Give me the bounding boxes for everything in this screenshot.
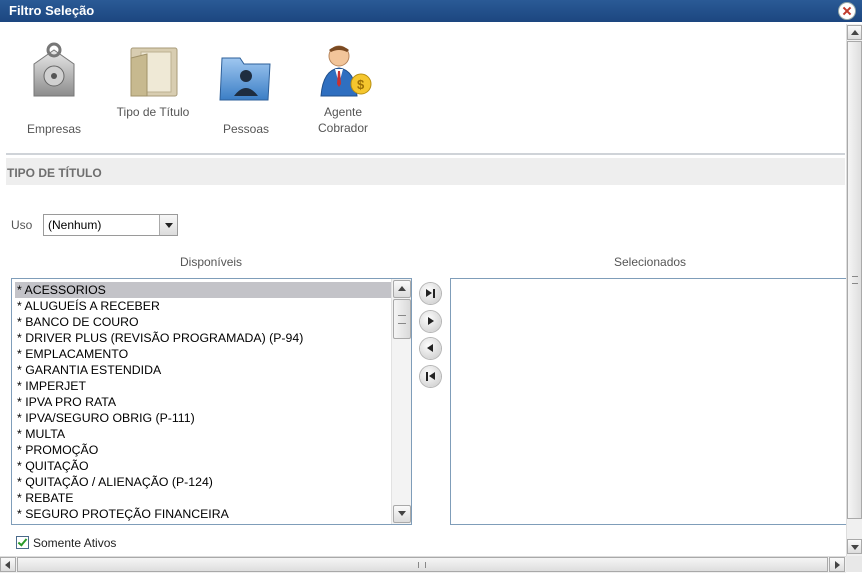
available-list[interactable]: * ACESSORIOS * ALUGUEÍS A RECEBER * BANC… — [11, 278, 412, 525]
list-item[interactable]: * QUITAÇÃO — [15, 458, 391, 474]
list-item[interactable]: * QUITAÇÃO / ALIENAÇÃO (P-124) — [15, 474, 391, 490]
chevron-down-icon[interactable] — [159, 215, 177, 235]
section-title: TIPO DE TÍTULO — [7, 166, 102, 180]
scroll-up-icon[interactable] — [393, 280, 411, 298]
list-item[interactable]: * PROMOÇÃO — [15, 442, 391, 458]
selected-heading: Selecionados — [614, 255, 687, 269]
toolbar-label-pessoas: Pessoas — [222, 122, 270, 136]
section-header: TIPO DE TÍTULO — [6, 158, 845, 185]
scrollbar-corner — [846, 556, 862, 572]
uso-select[interactable]: (Nenhum) — [43, 214, 178, 236]
scroll-up-icon[interactable] — [847, 25, 862, 40]
safe-lock-icon — [26, 42, 82, 108]
list-item[interactable]: * ACESSORIOS — [15, 282, 391, 298]
toolbar-label-agente-cobrador: Agente Cobrador — [317, 105, 369, 135]
window-titlebar: Filtro Seleção — [0, 0, 862, 22]
folder-document-icon — [125, 44, 181, 104]
list-item[interactable]: * IPVA/SEGURO OBRIG (P-111) — [15, 410, 391, 426]
move-left-button[interactable] — [420, 338, 441, 359]
agent-money-icon: $ — [313, 42, 373, 104]
only-active-checkbox[interactable] — [16, 536, 29, 549]
scroll-thumb[interactable] — [393, 299, 411, 339]
list-item[interactable]: * EMPLACAMENTO — [15, 346, 391, 362]
toolbar-separator — [6, 153, 845, 155]
uso-label: Uso — [11, 218, 33, 232]
list-item[interactable]: * MULTA — [15, 426, 391, 442]
scroll-down-icon[interactable] — [393, 505, 411, 523]
toolbar-label-empresas: Empresas — [26, 122, 82, 136]
list-item[interactable]: * IMPERJET — [15, 378, 391, 394]
list-item[interactable]: * DRIVER PLUS (REVISÃO PROGRAMADA) (P-94… — [15, 330, 391, 346]
selected-list[interactable] — [450, 278, 847, 525]
available-list-scrollbar[interactable] — [391, 279, 411, 524]
list-item[interactable]: * BANCO DE COURO — [15, 314, 391, 330]
close-icon[interactable] — [839, 3, 855, 19]
svg-text:$: $ — [357, 77, 365, 92]
window-horizontal-scrollbar[interactable] — [0, 556, 846, 573]
move-all-right-button[interactable] — [420, 283, 441, 304]
list-item[interactable]: * ALUGUEÍS A RECEBER — [15, 298, 391, 314]
window-title: Filtro Seleção — [9, 3, 95, 18]
window-vertical-scrollbar[interactable] — [846, 24, 862, 556]
user-folder-icon — [218, 50, 274, 108]
list-item[interactable]: * REBATE — [15, 490, 391, 506]
move-all-left-button[interactable] — [420, 366, 441, 387]
only-active-label: Somente Ativos — [33, 536, 117, 550]
scroll-thumb[interactable] — [847, 41, 862, 519]
toolbar-label-tipo-titulo: Tipo de Título — [116, 105, 190, 119]
uso-select-value: (Nenhum) — [48, 218, 102, 232]
scroll-left-icon[interactable] — [0, 557, 16, 572]
available-heading: Disponíveis — [180, 255, 243, 269]
scroll-thumb[interactable] — [17, 557, 828, 572]
list-item[interactable]: * IPVA PRO RATA — [15, 394, 391, 410]
scroll-right-icon[interactable] — [829, 557, 845, 572]
list-item[interactable]: * GARANTIA ESTENDIDA — [15, 362, 391, 378]
list-item[interactable]: * SEGURO PROTEÇÃO FINANCEIRA — [15, 506, 391, 522]
scroll-down-icon[interactable] — [847, 539, 862, 554]
move-right-button[interactable] — [420, 311, 441, 332]
